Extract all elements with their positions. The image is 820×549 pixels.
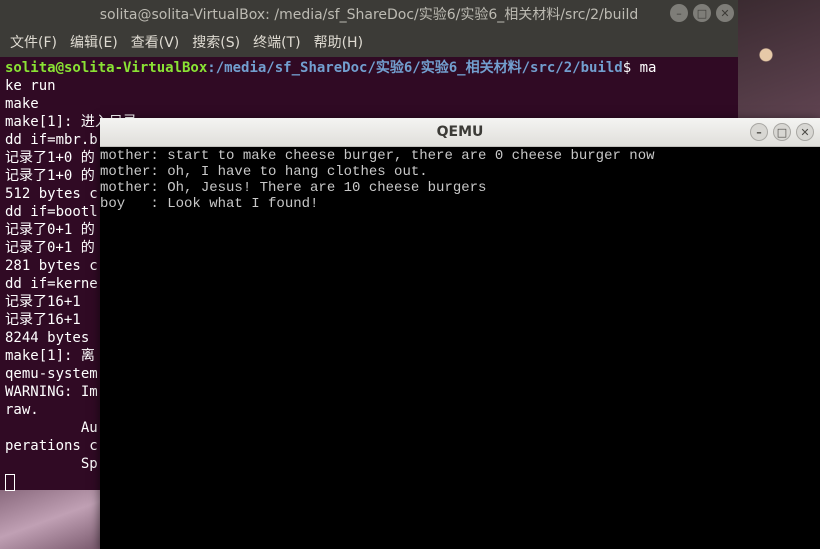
prompt-user: solita@solita-VirtualBox [5, 60, 208, 76]
terminal-menubar: 文件(F) 编辑(E) 查看(V) 搜索(S) 终端(T) 帮助(H) [0, 27, 738, 57]
terminal-title: solita@solita-VirtualBox: /media/sf_Shar… [99, 6, 639, 23]
qemu-output-line: boy : Look what I found! [100, 196, 319, 212]
qemu-output-line: mother: oh, I have to hang clothes out. [100, 164, 428, 180]
menu-search[interactable]: 搜索(S) [192, 32, 240, 52]
close-icon: ✕ [800, 125, 810, 139]
close-icon: ✕ [720, 6, 730, 20]
qemu-close-button[interactable]: ✕ [796, 123, 814, 141]
qemu-window-controls: – □ ✕ [750, 123, 814, 141]
menu-help[interactable]: 帮助(H) [314, 32, 363, 52]
desktop-wallpaper-bottom [0, 490, 100, 549]
qemu-window[interactable]: QEMU – □ ✕ mother: start to make cheese … [100, 118, 820, 549]
maximize-button[interactable]: □ [693, 4, 711, 22]
qemu-title: QEMU [436, 124, 484, 140]
qemu-display[interactable]: mother: start to make cheese burger, the… [100, 147, 820, 212]
qemu-minimize-button[interactable]: – [750, 123, 768, 141]
qemu-output-line: mother: start to make cheese burger, the… [100, 148, 655, 164]
maximize-icon: □ [696, 6, 708, 20]
menu-terminal[interactable]: 终端(T) [253, 32, 300, 52]
qemu-output-line: mother: Oh, Jesus! There are 10 cheese b… [100, 180, 487, 196]
prompt-command: $ ma [622, 60, 657, 76]
qemu-maximize-button[interactable]: □ [773, 123, 791, 141]
menu-file[interactable]: 文件(F) [10, 32, 57, 52]
maximize-icon: □ [776, 125, 788, 139]
minimize-icon: – [676, 6, 682, 20]
minimize-icon: – [756, 125, 762, 139]
minimize-button[interactable]: – [670, 4, 688, 22]
terminal-prompt-line: solita@solita-VirtualBox:/media/sf_Share… [5, 59, 738, 77]
menu-edit[interactable]: 编辑(E) [70, 32, 118, 52]
terminal-titlebar[interactable]: solita@solita-VirtualBox: /media/sf_Shar… [0, 0, 738, 27]
terminal-window-controls: – □ ✕ [670, 4, 734, 22]
qemu-titlebar[interactable]: QEMU – □ ✕ [100, 118, 820, 147]
terminal-line: ke run [5, 78, 56, 94]
menu-view[interactable]: 查看(V) [131, 32, 180, 52]
terminal-line: make [5, 96, 39, 112]
close-button[interactable]: ✕ [716, 4, 734, 22]
terminal-cursor [5, 473, 15, 491]
prompt-path: :/media/sf_ShareDoc/实验6/实验6_相关材料/src/2/b… [207, 60, 623, 76]
